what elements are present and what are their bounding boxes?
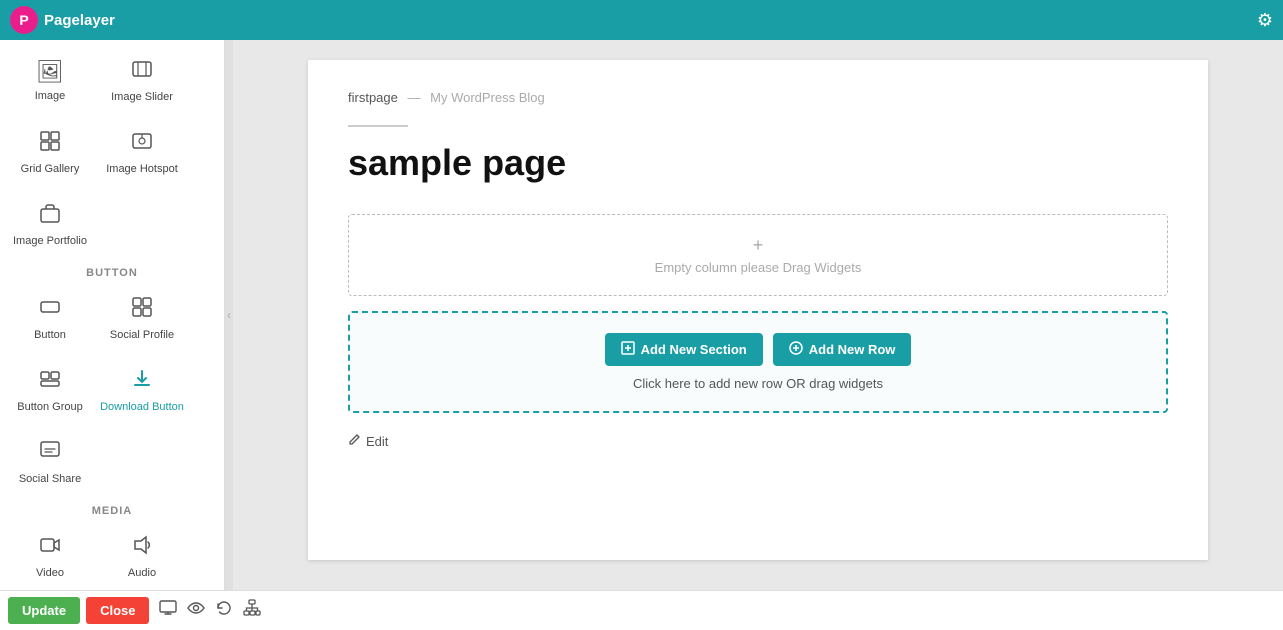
site-map-icon[interactable] (243, 599, 261, 622)
add-row-label: Add New Row (809, 342, 896, 357)
page-title: sample page (348, 142, 1168, 184)
add-row-icon (789, 341, 803, 358)
sidebar-item-audio[interactable]: Audio (97, 521, 187, 590)
widget-label-social-profile: Social Profile (110, 329, 174, 341)
widget-label-image: Image (35, 90, 66, 102)
image-hotspot-icon (131, 130, 153, 158)
drop-zone-plus-icon: + (369, 235, 1147, 256)
sidebar-item-video[interactable]: Video (5, 521, 95, 590)
sidebar-item-image-slider[interactable]: Image Slider (97, 45, 187, 115)
section-label-button: BUTTON (5, 261, 219, 281)
add-section-zone[interactable]: Add New Section Add New Row Click here t… (348, 311, 1168, 413)
widget-label-button-group: Button Group (17, 401, 82, 413)
image-portfolio-icon (39, 202, 61, 230)
sidebar: 🖼 Image Image Slider Grid Gallery (0, 40, 225, 590)
sidebar-item-social-share[interactable]: Social Share (5, 427, 95, 497)
widget-label-image-slider: Image Slider (111, 91, 173, 103)
download-button-icon (131, 368, 153, 396)
image-slider-icon (131, 58, 153, 86)
widget-label-download-button: Download Button (100, 401, 184, 413)
logo-icon: P (10, 6, 38, 34)
undo-icon[interactable] (215, 599, 233, 622)
logo-text: Pagelayer (44, 12, 115, 29)
widget-label-audio: Audio (128, 567, 156, 579)
button-group-icon (39, 368, 61, 396)
widget-label-social-share: Social Share (19, 473, 81, 485)
page-divider (348, 125, 408, 127)
button-icon (39, 296, 61, 324)
sidebar-item-download-button[interactable]: Download Button (97, 355, 187, 425)
breadcrumb-site: My WordPress Blog (430, 90, 545, 105)
bottom-bar: Update Close (0, 590, 1283, 630)
edit-pencil-icon (348, 433, 361, 449)
social-profile-icon (131, 296, 153, 324)
video-icon (39, 534, 61, 562)
update-button[interactable]: Update (8, 597, 80, 624)
sidebar-resizer[interactable] (225, 40, 233, 590)
drop-zone-text: Empty column please Drag Widgets (655, 260, 862, 275)
widget-label-video: Video (36, 567, 64, 579)
social-share-icon (39, 440, 61, 468)
sidebar-item-grid-gallery[interactable]: Grid Gallery (5, 117, 95, 187)
section-label-media: MEDIA (5, 499, 219, 519)
sidebar-item-social-profile[interactable]: Social Profile (97, 283, 187, 353)
sidebar-item-image-portfolio[interactable]: Image Portfolio (5, 189, 95, 259)
image-icon: 🖼 (36, 59, 64, 85)
add-new-row-button[interactable]: Add New Row (773, 333, 912, 366)
breadcrumb-page: firstpage (348, 90, 398, 105)
edit-link[interactable]: Edit (348, 433, 1168, 449)
sidebar-item-image[interactable]: 🖼 Image (5, 45, 95, 115)
logo: P Pagelayer (10, 6, 115, 34)
audio-icon (131, 534, 153, 562)
gear-icon[interactable]: ⚙ (1257, 10, 1273, 31)
close-button[interactable]: Close (86, 597, 149, 624)
breadcrumb: firstpage — My WordPress Blog (348, 90, 1168, 105)
sidebar-item-button[interactable]: Button (5, 283, 95, 353)
add-section-buttons: Add New Section Add New Row (370, 333, 1146, 366)
add-section-icon (621, 341, 635, 358)
page-frame: firstpage — My WordPress Blog sample pag… (308, 60, 1208, 560)
edit-label: Edit (366, 434, 388, 449)
widget-label-grid-gallery: Grid Gallery (21, 163, 80, 175)
sidebar-widgets: 🖼 Image Image Slider Grid Gallery (0, 40, 224, 590)
widget-label-button: Button (34, 329, 66, 341)
main-layout: 🖼 Image Image Slider Grid Gallery (0, 40, 1283, 590)
add-new-section-button[interactable]: Add New Section (605, 333, 763, 366)
breadcrumb-separator: — (408, 90, 421, 105)
add-hint-text: Click here to add new row OR drag widget… (370, 376, 1146, 391)
add-section-label: Add New Section (641, 342, 747, 357)
widget-label-image-portfolio: Image Portfolio (13, 235, 87, 247)
grid-gallery-icon (39, 130, 61, 158)
desktop-icon[interactable] (159, 599, 177, 622)
eye-icon[interactable] (187, 599, 205, 622)
topbar: P Pagelayer ⚙ (0, 0, 1283, 40)
bottom-icons (159, 599, 261, 622)
canvas-area: firstpage — My WordPress Blog sample pag… (233, 40, 1283, 590)
widget-label-image-hotspot: Image Hotspot (106, 163, 178, 175)
empty-column-drop-zone[interactable]: + Empty column please Drag Widgets (348, 214, 1168, 296)
sidebar-item-button-group[interactable]: Button Group (5, 355, 95, 425)
sidebar-item-image-hotspot[interactable]: Image Hotspot (97, 117, 187, 187)
